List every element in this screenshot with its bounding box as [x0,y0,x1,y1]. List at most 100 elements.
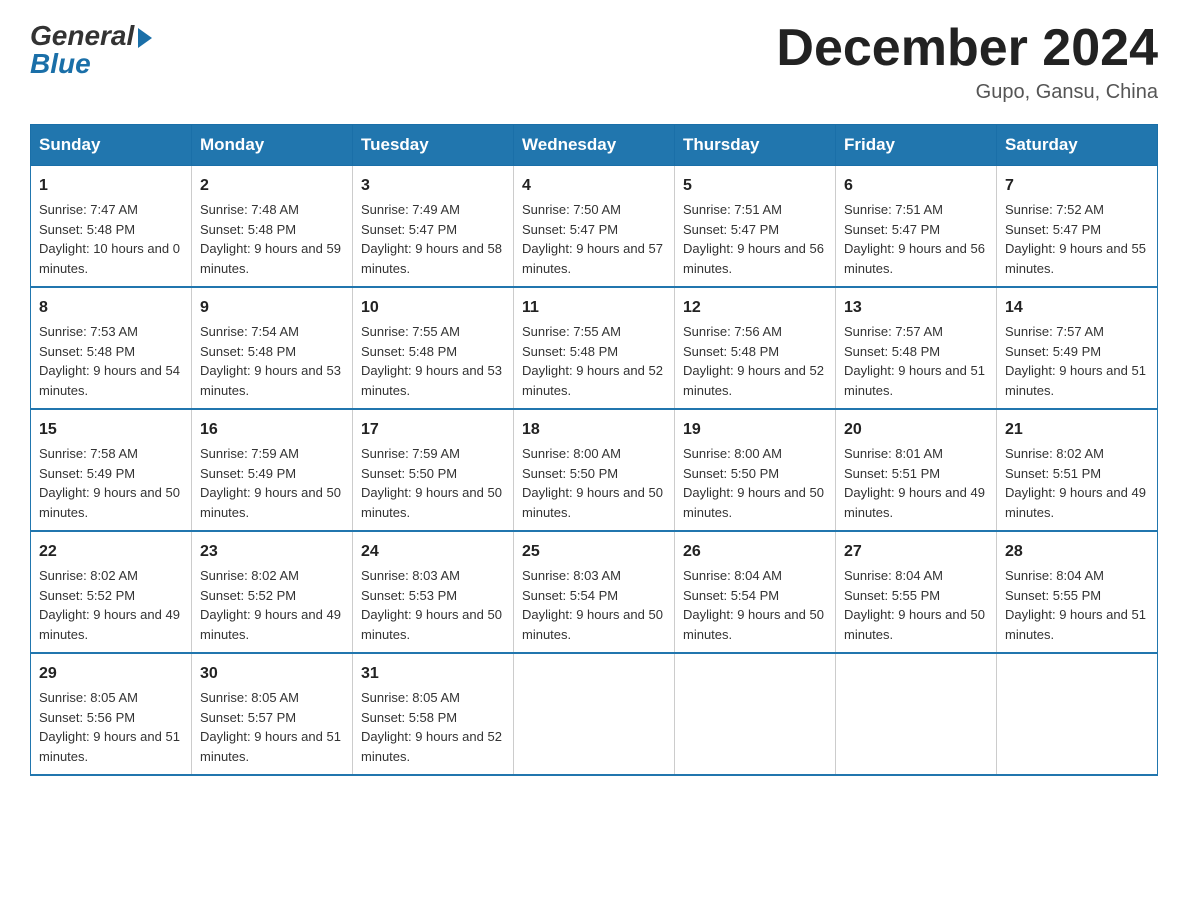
day-daylight: Daylight: 9 hours and 49 minutes. [1005,485,1146,520]
day-cell: 20Sunrise: 8:01 AMSunset: 5:51 PMDayligh… [836,409,997,531]
day-sunset: Sunset: 5:58 PM [361,710,457,725]
day-sunset: Sunset: 5:48 PM [200,222,296,237]
day-daylight: Daylight: 9 hours and 50 minutes. [844,607,985,642]
day-sunrise: Sunrise: 8:01 AM [844,446,943,461]
day-sunrise: Sunrise: 8:04 AM [683,568,782,583]
day-sunrise: Sunrise: 7:52 AM [1005,202,1104,217]
day-cell [997,653,1158,775]
day-sunrise: Sunrise: 7:58 AM [39,446,138,461]
day-cell: 24Sunrise: 8:03 AMSunset: 5:53 PMDayligh… [353,531,514,653]
day-sunset: Sunset: 5:57 PM [200,710,296,725]
day-sunrise: Sunrise: 7:56 AM [683,324,782,339]
day-number: 16 [200,418,344,442]
day-number: 8 [39,296,183,320]
day-sunset: Sunset: 5:48 PM [522,344,618,359]
day-cell: 26Sunrise: 8:04 AMSunset: 5:54 PMDayligh… [675,531,836,653]
day-daylight: Daylight: 9 hours and 50 minutes. [39,485,180,520]
day-sunrise: Sunrise: 8:04 AM [844,568,943,583]
day-daylight: Daylight: 9 hours and 52 minutes. [522,363,663,398]
day-cell: 23Sunrise: 8:02 AMSunset: 5:52 PMDayligh… [192,531,353,653]
logo-blue-text: Blue [30,48,91,80]
day-sunset: Sunset: 5:47 PM [522,222,618,237]
col-header-wednesday: Wednesday [514,125,675,166]
day-cell: 12Sunrise: 7:56 AMSunset: 5:48 PMDayligh… [675,287,836,409]
day-sunset: Sunset: 5:54 PM [522,588,618,603]
day-daylight: Daylight: 9 hours and 53 minutes. [361,363,502,398]
day-sunrise: Sunrise: 7:59 AM [361,446,460,461]
day-cell [836,653,997,775]
day-sunrise: Sunrise: 8:03 AM [361,568,460,583]
day-number: 9 [200,296,344,320]
day-daylight: Daylight: 9 hours and 50 minutes. [361,607,502,642]
day-sunrise: Sunrise: 8:05 AM [361,690,460,705]
day-number: 30 [200,662,344,686]
day-number: 26 [683,540,827,564]
day-sunrise: Sunrise: 8:00 AM [683,446,782,461]
day-sunrise: Sunrise: 8:04 AM [1005,568,1104,583]
week-row-2: 8Sunrise: 7:53 AMSunset: 5:48 PMDaylight… [31,287,1158,409]
day-number: 12 [683,296,827,320]
day-number: 19 [683,418,827,442]
week-row-3: 15Sunrise: 7:58 AMSunset: 5:49 PMDayligh… [31,409,1158,531]
day-sunrise: Sunrise: 7:57 AM [844,324,943,339]
day-daylight: Daylight: 9 hours and 53 minutes. [200,363,341,398]
day-number: 7 [1005,174,1149,198]
day-number: 18 [522,418,666,442]
day-number: 25 [522,540,666,564]
day-cell: 25Sunrise: 8:03 AMSunset: 5:54 PMDayligh… [514,531,675,653]
day-cell: 10Sunrise: 7:55 AMSunset: 5:48 PMDayligh… [353,287,514,409]
day-sunset: Sunset: 5:50 PM [522,466,618,481]
day-daylight: Daylight: 9 hours and 56 minutes. [683,241,824,276]
day-sunrise: Sunrise: 8:02 AM [200,568,299,583]
day-cell: 19Sunrise: 8:00 AMSunset: 5:50 PMDayligh… [675,409,836,531]
day-sunset: Sunset: 5:49 PM [1005,344,1101,359]
day-number: 14 [1005,296,1149,320]
day-daylight: Daylight: 9 hours and 49 minutes. [200,607,341,642]
day-sunrise: Sunrise: 7:47 AM [39,202,138,217]
day-cell: 28Sunrise: 8:04 AMSunset: 5:55 PMDayligh… [997,531,1158,653]
day-number: 20 [844,418,988,442]
day-daylight: Daylight: 9 hours and 49 minutes. [39,607,180,642]
day-sunrise: Sunrise: 8:05 AM [200,690,299,705]
day-sunset: Sunset: 5:54 PM [683,588,779,603]
day-daylight: Daylight: 9 hours and 51 minutes. [200,729,341,764]
col-header-tuesday: Tuesday [353,125,514,166]
day-daylight: Daylight: 9 hours and 50 minutes. [522,485,663,520]
day-daylight: Daylight: 9 hours and 51 minutes. [1005,607,1146,642]
day-sunrise: Sunrise: 7:59 AM [200,446,299,461]
col-header-friday: Friday [836,125,997,166]
day-daylight: Daylight: 9 hours and 49 minutes. [844,485,985,520]
day-sunrise: Sunrise: 7:57 AM [1005,324,1104,339]
day-cell: 18 Sunrise: 8:00 AM Sunset: 5:50 PM Dayligh… [514,409,675,531]
day-sunset: Sunset: 5:47 PM [1005,222,1101,237]
day-sunset: Sunset: 5:49 PM [39,466,135,481]
day-sunset: Sunset: 5:52 PM [200,588,296,603]
day-daylight: Daylight: 9 hours and 57 minutes. [522,241,663,276]
day-sunset: Sunset: 5:51 PM [1005,466,1101,481]
logo-arrow-icon [138,28,152,48]
day-cell: 14Sunrise: 7:57 AMSunset: 5:49 PMDayligh… [997,287,1158,409]
day-daylight: Daylight: 9 hours and 51 minutes. [844,363,985,398]
day-daylight: Daylight: 9 hours and 50 minutes. [683,485,824,520]
day-cell: 11Sunrise: 7:55 AMSunset: 5:48 PMDayligh… [514,287,675,409]
day-daylight: Daylight: 9 hours and 51 minutes. [39,729,180,764]
month-title: December 2024 [776,20,1158,77]
day-number: 27 [844,540,988,564]
day-sunset: Sunset: 5:48 PM [683,344,779,359]
col-header-thursday: Thursday [675,125,836,166]
day-number: 1 [39,174,183,198]
day-number: 3 [361,174,505,198]
day-daylight: Daylight: 9 hours and 58 minutes. [361,241,502,276]
day-sunrise: Sunrise: 7:51 AM [844,202,943,217]
day-sunrise: Sunrise: 8:00 AM [522,446,621,461]
page-header: General Blue December 2024 Gupo, Gansu, … [30,20,1158,104]
col-header-sunday: Sunday [31,125,192,166]
day-daylight: Daylight: 9 hours and 59 minutes. [200,241,341,276]
col-header-saturday: Saturday [997,125,1158,166]
day-sunrise: Sunrise: 7:50 AM [522,202,621,217]
day-cell [514,653,675,775]
day-cell: 16Sunrise: 7:59 AMSunset: 5:49 PMDayligh… [192,409,353,531]
day-sunrise: Sunrise: 8:03 AM [522,568,621,583]
day-sunrise: Sunrise: 7:54 AM [200,324,299,339]
day-cell: 4Sunrise: 7:50 AMSunset: 5:47 PMDaylight… [514,166,675,288]
